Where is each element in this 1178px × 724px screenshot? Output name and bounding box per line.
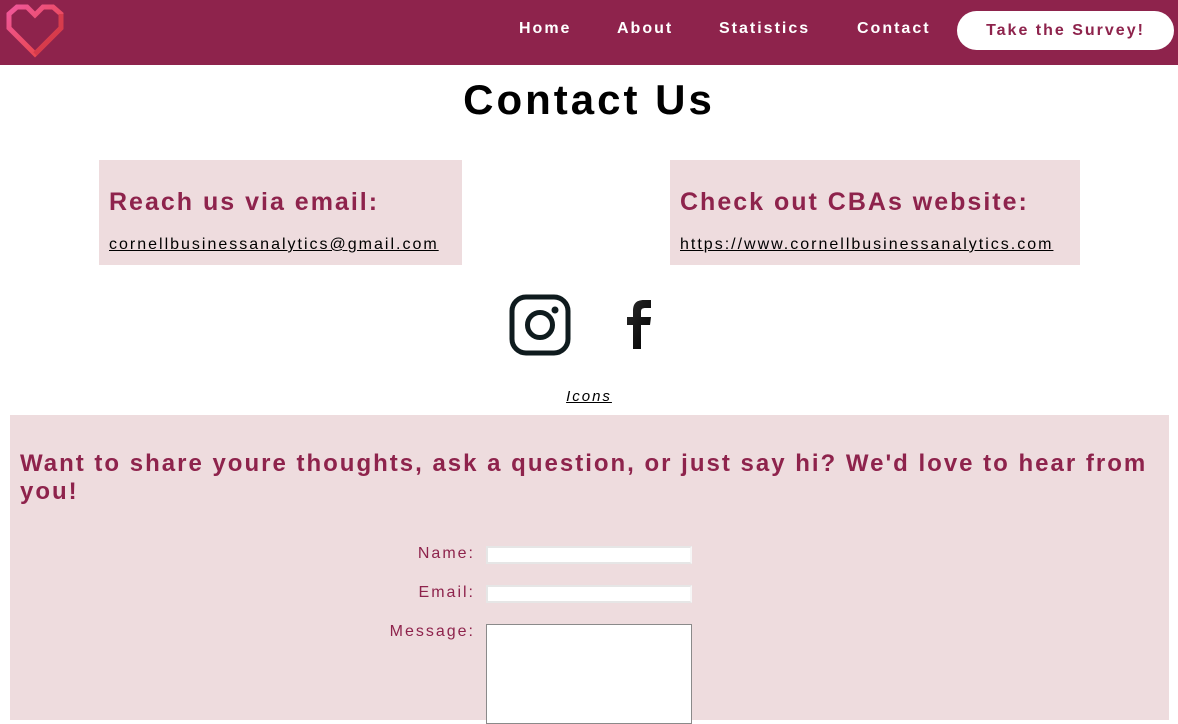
take-survey-button[interactable]: Take the Survey! bbox=[957, 11, 1174, 50]
instagram-icon[interactable] bbox=[508, 293, 572, 357]
page-title: Contact Us bbox=[463, 76, 715, 123]
contact-form-panel: Want to share youre thoughts, ask a ques… bbox=[10, 415, 1169, 724]
email-card-heading: Reach us via email: bbox=[109, 188, 380, 216]
message-textarea[interactable] bbox=[486, 624, 692, 724]
website-card: Check out CBAs website: https://www.corn… bbox=[670, 160, 1080, 265]
nav-link-contact[interactable]: Contact bbox=[857, 20, 931, 38]
email-input[interactable] bbox=[486, 585, 692, 603]
navbar: Home About Statistics Contact Take the S… bbox=[0, 0, 1178, 65]
name-input[interactable] bbox=[486, 546, 692, 564]
heart-logo-icon[interactable] bbox=[3, 4, 67, 58]
nav-link-statistics[interactable]: Statistics bbox=[719, 20, 810, 38]
website-card-heading: Check out CBAs website: bbox=[680, 188, 1029, 216]
email-label: Email: bbox=[418, 584, 475, 601]
form-heading: Want to share youre thoughts, ask a ques… bbox=[20, 450, 1148, 505]
email-card: Reach us via email: cornellbusinessanaly… bbox=[99, 160, 462, 265]
facebook-icon[interactable] bbox=[620, 293, 660, 357]
nav-link-about[interactable]: About bbox=[617, 20, 673, 38]
email-link[interactable]: cornellbusinessanalytics@gmail.com bbox=[109, 236, 439, 254]
nav-link-home[interactable]: Home bbox=[519, 20, 571, 38]
website-link[interactable]: https://www.cornellbusinessanalytics.com bbox=[680, 236, 1053, 254]
name-label: Name: bbox=[417, 545, 475, 562]
icons-credit-link[interactable]: Icons bbox=[0, 388, 1178, 405]
message-label: Message: bbox=[389, 623, 475, 640]
